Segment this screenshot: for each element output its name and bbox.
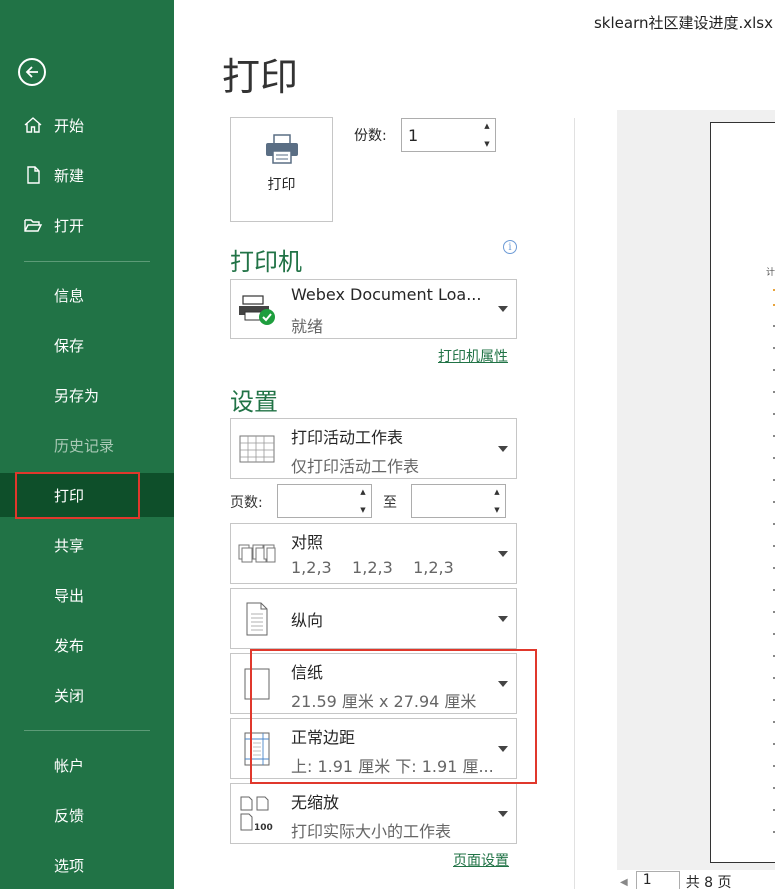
printer-ready-icon xyxy=(235,280,279,338)
sidebar-item-label: 导出 xyxy=(54,586,85,605)
pages-to-input[interactable]: ▲ ▼ xyxy=(411,484,506,518)
previous-page-icon[interactable]: ◀ xyxy=(620,877,628,888)
page-number-input[interactable]: 1 xyxy=(635,871,680,889)
sheet-grid-icon xyxy=(235,419,279,478)
pane-divider xyxy=(574,118,575,889)
collate-dropdown[interactable]: 对照 1,2,3 1,2,3 1,2,3 xyxy=(230,523,517,584)
sidebar-item-home[interactable]: 开始 xyxy=(0,103,174,147)
home-icon xyxy=(22,114,44,136)
printer-icon xyxy=(264,134,300,168)
sidebar-item-save[interactable]: 保存 xyxy=(0,323,174,367)
sidebar-item-label: 开始 xyxy=(54,116,85,135)
sidebar-item-history: 历史记录 xyxy=(0,423,174,467)
print-what-dropdown[interactable]: 打印活动工作表 仅打印活动工作表 xyxy=(230,418,517,479)
arrow-down-icon[interactable]: ▼ xyxy=(484,140,489,148)
sidebar-item-label: 帐户 xyxy=(54,756,85,775)
printer-name: Webex Document Loa... xyxy=(291,285,482,304)
page-total: 共 8 页 xyxy=(685,875,732,889)
stepper-arrows[interactable]: ▲ ▼ xyxy=(359,488,367,514)
printer-section-title: 打印机 xyxy=(230,248,302,276)
print-button-label: 打印 xyxy=(267,177,296,193)
copies-value: 1 xyxy=(408,125,419,145)
paper-margins-highlight xyxy=(250,649,537,784)
page-navigator: ◀ 1 共 8 页 xyxy=(620,871,732,889)
stepper-arrows[interactable]: ▲ ▼ xyxy=(493,488,501,514)
chevron-down-icon xyxy=(498,810,508,817)
chevron-down-icon xyxy=(498,306,508,312)
printer-properties-link[interactable]: 打印机属性 xyxy=(438,346,508,366)
sidebar-item-label: 反馈 xyxy=(54,806,85,825)
sidebar-item-share[interactable]: 共享 xyxy=(0,523,174,567)
info-icon[interactable]: i xyxy=(503,240,517,254)
page-title: 打印 xyxy=(222,55,299,99)
chevron-down-icon xyxy=(498,445,508,452)
scaling-subtitle: 打印实际大小的工作表 xyxy=(291,822,452,841)
copies-label: 份数: xyxy=(354,128,387,144)
sidebar-item-options[interactable]: 选项 xyxy=(0,843,174,887)
pages-from-input[interactable]: ▲ ▼ xyxy=(277,484,372,518)
sidebar-divider xyxy=(24,261,150,262)
copies-stepper[interactable]: 1 ▲ ▼ xyxy=(401,118,496,152)
print-what-subtitle: 仅打印活动工作表 xyxy=(291,457,420,476)
to-label: 至 xyxy=(383,495,397,511)
arrow-up-icon[interactable]: ▲ xyxy=(360,488,365,496)
arrow-up-icon[interactable]: ▲ xyxy=(484,122,489,130)
sidebar-divider xyxy=(24,730,150,731)
sidebar-item-export[interactable]: 导出 xyxy=(0,573,174,617)
arrow-down-icon[interactable]: ▼ xyxy=(360,506,365,514)
sidebar-item-label: 历史记录 xyxy=(54,436,115,455)
no-scaling-icon: 100 xyxy=(235,784,279,843)
collate-subtitle: 1,2,3 1,2,3 1,2,3 xyxy=(291,558,454,577)
sidebar-item-label: 新建 xyxy=(54,166,85,185)
sidebar-item-new[interactable]: 新建 xyxy=(0,153,174,197)
svg-text:100: 100 xyxy=(254,823,273,833)
open-folder-icon xyxy=(22,214,44,236)
scaling-dropdown[interactable]: 100 无缩放 打印实际大小的工作表 xyxy=(230,783,517,844)
pages-label: 页数: xyxy=(230,495,263,511)
chevron-down-icon xyxy=(498,550,508,557)
preview-page xyxy=(710,122,775,863)
new-file-icon xyxy=(22,164,44,186)
printer-dropdown[interactable]: Webex Document Loa... 就绪 xyxy=(230,279,517,339)
page-setup-link[interactable]: 页面设置 xyxy=(453,850,509,870)
printer-status: 就绪 xyxy=(291,317,324,336)
sidebar-item-label: 发布 xyxy=(54,636,85,655)
orientation-title: 纵向 xyxy=(291,611,324,630)
sidebar-item-label: 共享 xyxy=(54,536,85,555)
collate-icon xyxy=(235,524,279,583)
preview-page-text: 计 xyxy=(766,268,775,278)
sidebar-item-label: 另存为 xyxy=(54,386,100,405)
print-what-title: 打印活动工作表 xyxy=(291,428,404,447)
sidebar-item-account[interactable]: 帐户 xyxy=(0,743,174,787)
sidebar-item-label: 关闭 xyxy=(54,686,85,705)
sidebar-item-close[interactable]: 关闭 xyxy=(0,673,174,717)
orientation-dropdown[interactable]: 纵向 xyxy=(230,588,517,649)
active-item-highlight xyxy=(15,472,140,519)
back-arrow-icon[interactable] xyxy=(18,58,46,86)
sidebar-item-label: 选项 xyxy=(54,856,85,875)
sidebar-item-feedback[interactable]: 反馈 xyxy=(0,793,174,837)
window-title: sklearn社区建设进度.xlsx xyxy=(593,14,773,32)
sidebar-item-publish[interactable]: 发布 xyxy=(0,623,174,667)
print-button[interactable]: 打印 xyxy=(230,117,333,222)
backstage-sidebar: 开始 新建 打开 信息 保存 另存为 历史记录 打印 共享 导出 发布 关闭 帐… xyxy=(0,0,174,889)
sidebar-item-label: 保存 xyxy=(54,336,85,355)
settings-section-title: 设置 xyxy=(230,388,278,416)
arrow-up-icon[interactable]: ▲ xyxy=(494,488,499,496)
scaling-title: 无缩放 xyxy=(291,793,340,812)
sidebar-item-save-as[interactable]: 另存为 xyxy=(0,373,174,417)
collate-title: 对照 xyxy=(291,533,324,552)
sidebar-item-open[interactable]: 打开 xyxy=(0,203,174,247)
sidebar-item-label: 信息 xyxy=(54,286,85,305)
chevron-down-icon xyxy=(498,615,508,622)
sidebar-item-info[interactable]: 信息 xyxy=(0,273,174,317)
stepper-arrows[interactable]: ▲ ▼ xyxy=(483,122,491,148)
portrait-page-icon xyxy=(235,589,279,648)
sidebar-item-label: 打开 xyxy=(54,216,85,235)
arrow-down-icon[interactable]: ▼ xyxy=(494,506,499,514)
